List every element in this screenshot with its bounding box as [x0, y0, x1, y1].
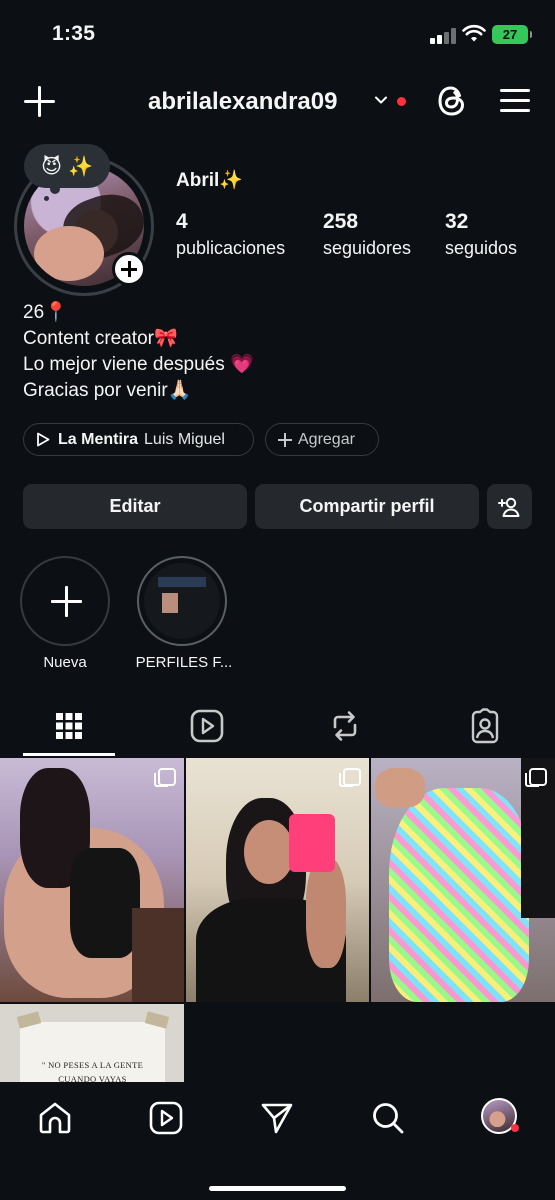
stat-value: 258 [323, 210, 359, 233]
notification-dot [397, 97, 406, 106]
stat-label: seguidores [323, 238, 412, 258]
highlight-label: PERFILES F... [135, 654, 233, 671]
signal-icon [430, 28, 456, 44]
home-indicator [209, 1186, 346, 1191]
bio-line: Lo mejor viene después 💗 [23, 354, 254, 375]
highlight-new[interactable]: Nueva [20, 556, 110, 671]
bio-line: 26📍 [23, 302, 68, 323]
plus-icon[interactable] [22, 84, 58, 120]
note-emoji: 😈 [41, 155, 62, 178]
song-title: La Mentira [58, 430, 139, 448]
profile-header: abrilalexandra09 [0, 78, 555, 130]
add-story-button[interactable] [112, 252, 146, 286]
battery-indicator: 27 [492, 25, 532, 44]
reposts-icon[interactable] [325, 708, 365, 744]
profile-bio: 26📍 Content creator🎀 Lo mejor viene desp… [23, 300, 254, 404]
carousel-icon [339, 768, 361, 787]
home-icon[interactable] [37, 1100, 73, 1136]
add-label: Agregar [298, 430, 355, 448]
stat-label: publicaciones [176, 238, 286, 258]
bottom-nav [0, 1082, 555, 1200]
plus-icon [20, 556, 110, 646]
post-thumbnail[interactable] [371, 758, 555, 1002]
post-thumbnail[interactable] [186, 758, 369, 1002]
stat-label: seguidos [445, 238, 518, 258]
stat-posts[interactable]: 4 publicaciones [176, 210, 285, 259]
carousel-icon [525, 768, 547, 787]
add-user-icon [497, 497, 519, 517]
carousel-icon [154, 768, 176, 787]
post-thumbnail[interactable]: " NO PESES A LA GENTE CUANDO VAYAS [0, 1004, 184, 1084]
grid-icon[interactable] [49, 708, 89, 744]
highlight-perfiles[interactable]: PERFILES F... [136, 556, 232, 671]
menu-icon[interactable] [500, 88, 530, 114]
reels-icon[interactable] [187, 708, 227, 744]
notification-dot [511, 1124, 519, 1132]
share-profile-button[interactable]: Compartir perfil [255, 484, 479, 529]
edit-profile-button[interactable]: Editar [23, 484, 247, 529]
highlight-thumbnail [144, 563, 220, 639]
send-icon[interactable] [259, 1100, 295, 1136]
display-name: Abril✨ [176, 170, 243, 191]
music-chip[interactable]: La Mentira Luis Miguel [23, 423, 254, 456]
stat-following[interactable]: 32 seguidos [445, 210, 517, 259]
play-icon [37, 432, 50, 447]
status-bar: 1:35 27 [0, 0, 555, 70]
threads-icon[interactable] [436, 84, 468, 118]
profile-note[interactable]: 😈 ✨ [24, 144, 110, 201]
chevron-down-icon[interactable] [373, 92, 389, 108]
profile-tabs [0, 700, 555, 756]
bio-line: Gracias por venir🙏🏻 [23, 380, 192, 401]
add-link-chip[interactable]: Agregar [265, 423, 379, 456]
song-artist: Luis Miguel [144, 430, 225, 448]
reels-icon[interactable] [148, 1100, 184, 1136]
discover-people-button[interactable] [487, 484, 532, 529]
post-thumbnail[interactable] [0, 758, 184, 1002]
username-switcher[interactable]: abrilalexandra09 [148, 88, 337, 116]
stat-value: 4 [176, 210, 188, 233]
status-time: 1:35 [52, 22, 96, 45]
highlight-label: Nueva [43, 654, 87, 671]
stat-followers[interactable]: 258 seguidores [323, 210, 411, 259]
stat-value: 32 [445, 210, 469, 233]
tagged-icon[interactable] [465, 708, 505, 744]
search-icon[interactable] [370, 1100, 406, 1136]
wifi-icon [462, 24, 486, 42]
note-emoji: ✨ [67, 155, 93, 178]
active-tab-indicator [23, 753, 115, 756]
plus-icon [278, 432, 292, 447]
bio-line: Content creator🎀 [23, 328, 178, 349]
post-text: " NO PESES A LA GENTE [41, 1060, 144, 1070]
